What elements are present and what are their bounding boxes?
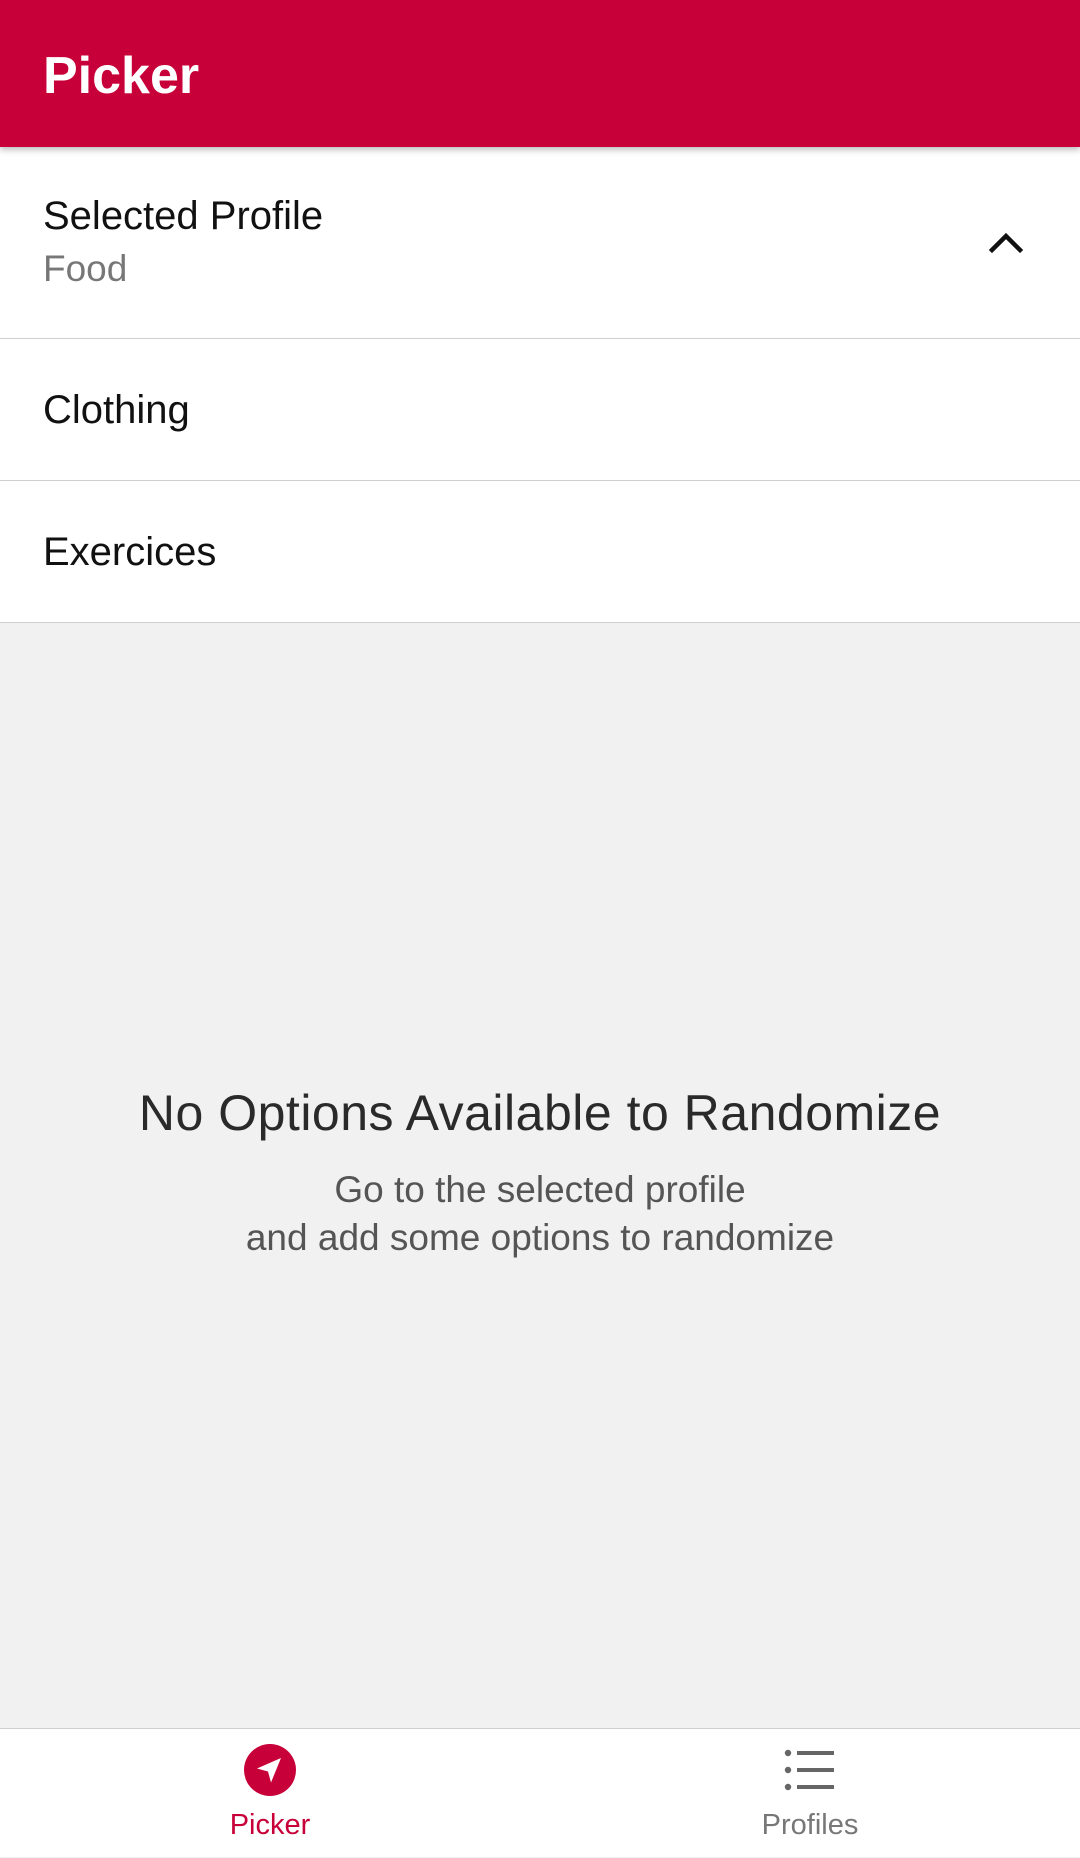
profile-option-label: Exercices <box>43 530 217 574</box>
chevron-up-icon[interactable] <box>980 217 1032 269</box>
selected-profile-header[interactable]: Selected Profile Food <box>0 147 1080 339</box>
profile-option-exercices[interactable]: Exercices <box>0 481 1080 623</box>
bottom-navigation: Picker Profiles <box>0 1728 1080 1857</box>
profile-selector: Selected Profile Food Clothing Exercices <box>0 147 1080 623</box>
empty-state-subtitle-line-2: and add some options to randomize <box>245 1217 835 1258</box>
app-bar: Picker <box>0 0 1080 147</box>
selected-profile-label: Selected Profile <box>43 194 324 238</box>
nav-label-picker: Picker <box>229 1809 311 1841</box>
nav-item-profiles[interactable]: Profiles <box>540 1729 1080 1858</box>
profile-option-clothing[interactable]: Clothing <box>0 339 1080 481</box>
app-title: Picker <box>43 47 200 105</box>
selected-profile-value: Food <box>43 248 128 289</box>
empty-state: No Options Available to Randomize Go to … <box>0 1078 1080 1262</box>
nav-label-profiles: Profiles <box>761 1809 859 1841</box>
nav-item-picker[interactable]: Picker <box>0 1729 540 1858</box>
profile-option-label: Clothing <box>43 388 190 432</box>
empty-state-subtitle: Go to the selected profile and add some … <box>0 1166 1080 1262</box>
navigation-arrow-icon <box>243 1743 297 1797</box>
empty-state-title: No Options Available to Randomize <box>138 1085 942 1141</box>
empty-state-subtitle-line-1: Go to the selected profile <box>334 1169 746 1210</box>
list-icon <box>783 1743 837 1797</box>
